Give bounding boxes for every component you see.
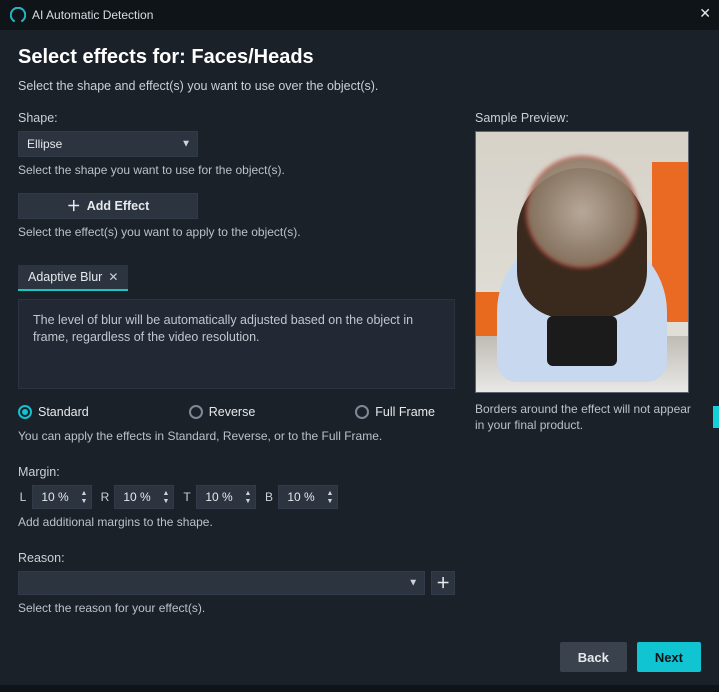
mode-help: You can apply the effects in Standard, R… — [18, 429, 455, 443]
preview-image — [475, 131, 689, 393]
radio-icon — [355, 405, 369, 419]
margin-top-value: 10 % — [197, 490, 241, 504]
reason-select[interactable]: ▼ — [18, 571, 425, 595]
add-effect-button[interactable]: ＋ Add Effect — [18, 193, 198, 219]
step-up-icon[interactable]: ▲ — [327, 490, 334, 497]
add-effect-label: Add Effect — [87, 199, 150, 213]
mode-radio-full-frame[interactable]: Full Frame — [355, 405, 435, 419]
shape-select[interactable]: Ellipse ▼ — [18, 131, 198, 157]
add-effect-help: Select the effect(s) you want to apply t… — [18, 225, 455, 239]
shape-label: Shape: — [18, 111, 455, 125]
step-down-icon[interactable]: ▼ — [327, 498, 334, 505]
app-logo-icon — [10, 7, 26, 23]
mode-label-full-frame: Full Frame — [375, 405, 435, 419]
margin-label: Margin: — [18, 465, 455, 479]
radio-icon — [189, 405, 203, 419]
margin-help: Add additional margins to the shape. — [18, 515, 455, 529]
step-up-icon[interactable]: ▲ — [163, 490, 170, 497]
preview-label: Sample Preview: — [475, 111, 697, 125]
margin-bottom-value: 10 % — [279, 490, 323, 504]
shape-help: Select the shape you want to use for the… — [18, 163, 455, 177]
effect-tab-adaptive-blur[interactable]: Adaptive Blur ✕ — [18, 265, 128, 291]
window-title: AI Automatic Detection — [32, 8, 153, 22]
margin-left-stepper[interactable]: 10 % ▲▼ — [32, 485, 92, 509]
step-down-icon[interactable]: ▼ — [81, 498, 88, 505]
reason-label: Reason: — [18, 551, 455, 565]
next-button[interactable]: Next — [637, 642, 701, 672]
shape-select-value: Ellipse — [27, 137, 62, 151]
close-icon[interactable]: ✕ — [699, 6, 711, 20]
effect-border-ellipse — [526, 156, 638, 268]
margin-dir-r: R — [100, 490, 110, 504]
plus-icon: ＋ — [67, 199, 81, 213]
preview-help: Borders around the effect will not appea… — [475, 401, 697, 433]
margin-right-value: 10 % — [115, 490, 159, 504]
mode-label-standard: Standard — [38, 405, 89, 419]
margin-left-value: 10 % — [33, 490, 77, 504]
step-up-icon[interactable]: ▲ — [81, 490, 88, 497]
back-button[interactable]: Back — [560, 642, 627, 672]
step-down-icon[interactable]: ▼ — [163, 498, 170, 505]
margin-bottom-stepper[interactable]: 10 % ▲▼ — [278, 485, 338, 509]
effect-tab-label: Adaptive Blur — [28, 270, 102, 284]
mode-radio-reverse[interactable]: Reverse — [189, 405, 256, 419]
mode-radio-standard[interactable]: Standard — [18, 405, 89, 419]
effect-description: The level of blur will be automatically … — [18, 299, 455, 389]
page-title: Select effects for: Faces/Heads — [18, 46, 697, 69]
margin-dir-b: B — [264, 490, 274, 504]
page-subtitle: Select the shape and effect(s) you want … — [18, 79, 697, 93]
caret-down-icon: ▼ — [408, 578, 418, 589]
side-accent — [713, 406, 719, 428]
step-down-icon[interactable]: ▼ — [245, 498, 252, 505]
reason-help: Select the reason for your effect(s). — [18, 601, 455, 615]
caret-down-icon: ▼ — [181, 139, 191, 150]
margin-right-stepper[interactable]: 10 % ▲▼ — [114, 485, 174, 509]
plus-icon: ＋ — [436, 573, 450, 593]
add-reason-button[interactable]: ＋ — [431, 571, 455, 595]
mode-label-reverse: Reverse — [209, 405, 256, 419]
effect-tab-close-icon[interactable]: ✕ — [108, 270, 118, 284]
margin-dir-l: L — [18, 490, 28, 504]
margin-dir-t: T — [182, 490, 192, 504]
margin-top-stepper[interactable]: 10 % ▲▼ — [196, 485, 256, 509]
step-up-icon[interactable]: ▲ — [245, 490, 252, 497]
radio-icon — [18, 405, 32, 419]
